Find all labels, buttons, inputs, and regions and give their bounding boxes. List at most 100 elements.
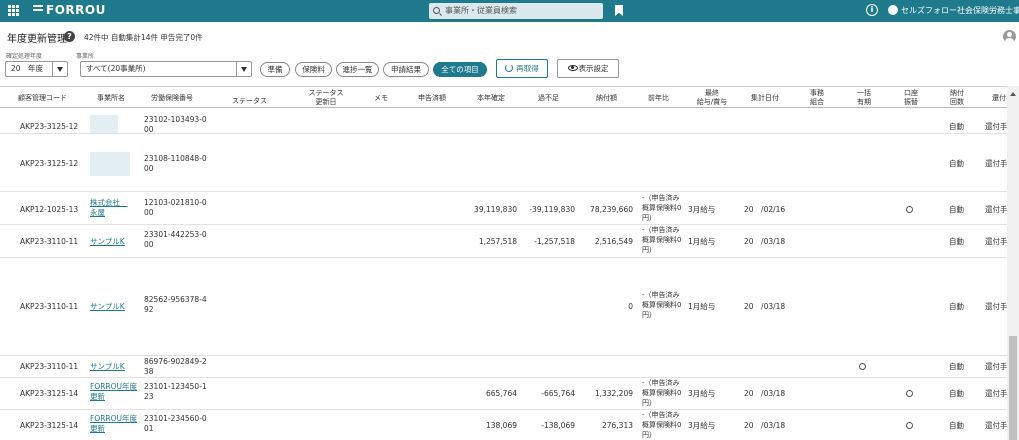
cell-prev-ratio: -（申告済み概算保険料0円） (642, 194, 682, 222)
refresh-label: 再取得 (516, 64, 539, 73)
header-memo[interactable]: メモ (374, 94, 388, 103)
cell-agg-date: 20 /03/18 (744, 421, 786, 430)
pill-premium[interactable]: 保険料 (295, 62, 332, 77)
user-name[interactable]: セルズフォロー社会保険労務士事務... (901, 5, 1019, 16)
cell-last-pay: 1月給与 (688, 237, 716, 246)
cell-confirmed: 1,257,518 (478, 237, 517, 246)
scroll-up-arrow-icon[interactable] (1010, 92, 1016, 96)
cell-code: AKP12-1025-13 (20, 205, 79, 214)
table-row[interactable]: AKP23-3125-14 FORROU年度更新 23101-234560-00… (0, 410, 1007, 440)
info-icon[interactable]: i (866, 4, 878, 16)
pill-all-items[interactable]: 全ての項目 (433, 62, 487, 77)
cell-refund: 還付手 (985, 237, 1007, 246)
header-office[interactable]: 事業所名 (97, 94, 125, 103)
header-diff[interactable]: 過不足 (538, 94, 559, 103)
bookmark-icon[interactable] (615, 5, 623, 16)
cell-code: AKP23-3110-11 (20, 302, 79, 311)
header-refund[interactable]: 還付手 (992, 94, 1007, 103)
pill-preparation[interactable]: 準備 (260, 62, 290, 77)
office-link[interactable]: FORROU年度更新 (90, 414, 138, 434)
app-logo[interactable]: FORROU (33, 3, 106, 17)
display-settings-button[interactable]: 表示設定 (557, 59, 619, 78)
header-account-transfer[interactable]: 口座 振替 (900, 89, 922, 107)
cell-diff: -665,764 (541, 389, 575, 398)
cell-times: 自動 (949, 159, 964, 168)
table-row[interactable]: AKP23-3125-12 23102-103493-000 自動 還付手 (0, 108, 1007, 134)
display-settings-label: 表示設定 (578, 64, 609, 73)
cell-diff: -138,069 (541, 421, 575, 430)
header-bulk-term[interactable]: 一括 有期 (853, 89, 875, 107)
office-link[interactable]: サンプルK (90, 237, 125, 247)
header-last-pay[interactable]: 最終 給与/賞与 (690, 89, 734, 107)
cell-code: AKP23-3125-12 (20, 159, 79, 168)
pill-progress-list[interactable]: 進捗一覧 (336, 62, 379, 77)
header-code[interactable]: 顧客管理コード (18, 94, 67, 103)
cell-refund: 還付手 (985, 205, 1007, 214)
pill-application-result[interactable]: 申請結果 (383, 62, 429, 77)
top-bar: FORROU 事業所・従業員検索 i セルズフォロー社会保険労務士事務... (0, 0, 1019, 22)
search-icon (433, 7, 440, 14)
bulk-term-mark (859, 363, 866, 370)
cell-agg-date: 20 /03/18 (744, 302, 786, 311)
office-redacted (90, 152, 130, 176)
cell-last-pay: 3月給与 (688, 205, 716, 214)
logo-mark-icon (33, 5, 43, 15)
app-grid-icon[interactable] (8, 5, 19, 16)
header-prev-ratio[interactable]: 前年比 (648, 94, 669, 103)
header-insurance-no[interactable]: 労働保険番号 (151, 94, 193, 103)
cell-times: 自動 (949, 205, 964, 214)
table-row[interactable]: AKP12-1025-13 株式会社 永屋 12103-021810-000 3… (0, 192, 1007, 225)
table-row[interactable]: AKP23-3110-11 サンプルK 23301-442253-000 1,2… (0, 225, 1007, 258)
cell-confirmed: 39,119,830 (474, 205, 517, 214)
office-link[interactable]: サンプルK (90, 302, 125, 312)
header-office-union[interactable]: 事務 組合 (806, 89, 828, 107)
cell-confirmed: 665,764 (485, 389, 517, 398)
avatar[interactable] (1003, 30, 1016, 43)
vertical-scrollbar[interactable] (1007, 86, 1019, 440)
cell-refund: 還付手 (985, 389, 1007, 398)
cell-last-pay: 3月給与 (688, 389, 716, 398)
year-value: 20 年度 (11, 64, 44, 73)
cell-refund: 還付手 (985, 122, 1007, 131)
cell-agg-date: 20 /02/16 (744, 205, 786, 214)
refresh-icon (505, 64, 514, 72)
cell-times: 自動 (949, 302, 964, 311)
year-select[interactable]: 20 年度 (5, 61, 68, 77)
data-table: 顧客管理コード 事業所名 労働保険番号 ステータス ステータス 更新日 メモ 申… (0, 86, 1007, 440)
cell-diff: -1,257,518 (534, 237, 575, 246)
table-row[interactable]: AKP23-3110-11 サンプルK 86976-902849-238 自動 … (0, 356, 1007, 378)
refresh-button[interactable]: 再取得 (496, 59, 548, 78)
cell-times: 自動 (949, 237, 964, 246)
cell-refund: 還付手 (985, 302, 1007, 311)
help-icon[interactable]: ? (64, 31, 75, 42)
user-icon[interactable] (888, 5, 898, 15)
office-link[interactable]: FORROU年度更新 (90, 382, 138, 402)
cell-payment: 2,516,549 (594, 237, 633, 246)
header-payment-times[interactable]: 納付 回数 (946, 89, 968, 107)
header-status-date[interactable]: ステータス 更新日 (305, 89, 347, 107)
table-header: 顧客管理コード 事業所名 労働保険番号 ステータス ステータス 更新日 メモ 申… (0, 86, 1007, 108)
cell-code: AKP23-3125-14 (20, 421, 79, 430)
office-link[interactable]: サンプルK (90, 362, 125, 372)
office-link[interactable]: 株式会社 永屋 (90, 198, 128, 218)
table-row[interactable]: AKP23-3125-12 23108-110848-000 自動 還付手 (0, 134, 1007, 192)
cell-times: 自動 (949, 389, 964, 398)
cell-last-pay: 3月給与 (688, 421, 716, 430)
cell-insurance-no: 23101-234560-001 (144, 414, 207, 433)
table-row[interactable]: AKP23-3110-11 サンプルK 82562-956378-492 0 -… (0, 258, 1007, 356)
header-declared[interactable]: 申告済額 (418, 94, 446, 103)
cell-prev-ratio: -（申告済み概算保険料0円） (642, 291, 682, 319)
header-payment[interactable]: 納付額 (596, 94, 617, 103)
office-select[interactable]: すべて(20事業所) (80, 61, 252, 77)
table-row[interactable]: AKP23-3125-14 FORROU年度更新 23101-123450-12… (0, 378, 1007, 410)
search-placeholder: 事業所・従業員検索 (445, 6, 517, 15)
header-confirmed[interactable]: 本年確定 (477, 94, 505, 103)
account-transfer-mark (906, 390, 913, 397)
header-status[interactable]: ステータス (232, 97, 267, 106)
scroll-thumb[interactable] (1009, 336, 1017, 440)
cell-refund: 還付手 (985, 159, 1007, 168)
search-input[interactable]: 事業所・従業員検索 (429, 3, 603, 19)
cell-code: AKP23-3125-12 (20, 122, 79, 131)
header-agg-date[interactable]: 集計日付 (751, 94, 779, 103)
record-count: 42件中 自動集計14件 申告完了0件 (84, 33, 203, 42)
